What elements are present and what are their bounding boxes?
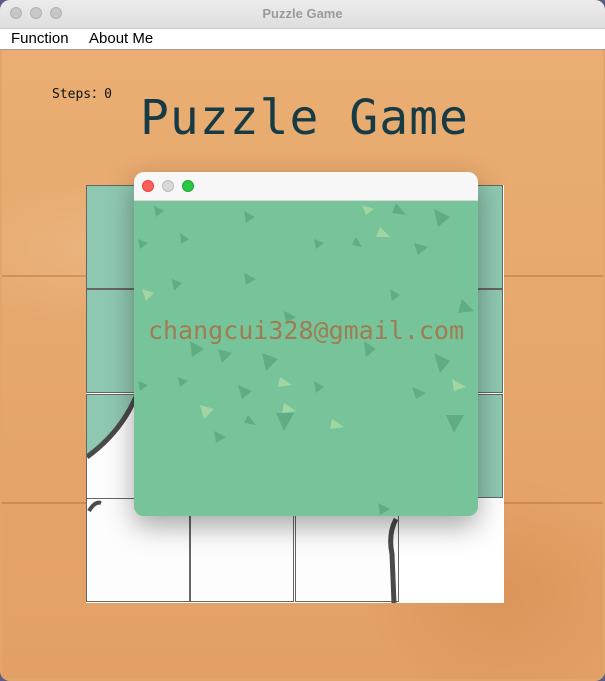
menu-about-me[interactable]: About Me	[89, 30, 153, 47]
title-bar: Puzzle Game	[0, 0, 605, 29]
steps-value: 0	[104, 87, 112, 102]
game-title: Puzzle Game	[140, 90, 469, 146]
dialog-minimize-button[interactable]	[162, 180, 174, 192]
author-email: changcui328@gmail.com	[147, 316, 465, 345]
menu-bar: Function About Me	[0, 29, 605, 50]
dialog-content: changcui328@gmail.com	[134, 201, 478, 516]
main-window: Puzzle Game Function About Me Steps：0 Pu…	[0, 0, 605, 681]
steps-counter: Steps：0	[52, 83, 112, 102]
dialog-zoom-button[interactable]	[182, 180, 194, 192]
menu-function[interactable]: Function	[11, 30, 69, 47]
triangle-pattern	[138, 203, 474, 515]
dialog-close-button[interactable]	[142, 180, 154, 192]
steps-label: Steps：	[52, 87, 105, 102]
window-title: Puzzle Game	[262, 6, 343, 21]
about-me-dialog: changcui328@gmail.com	[134, 172, 478, 516]
dialog-title-bar	[134, 172, 478, 201]
